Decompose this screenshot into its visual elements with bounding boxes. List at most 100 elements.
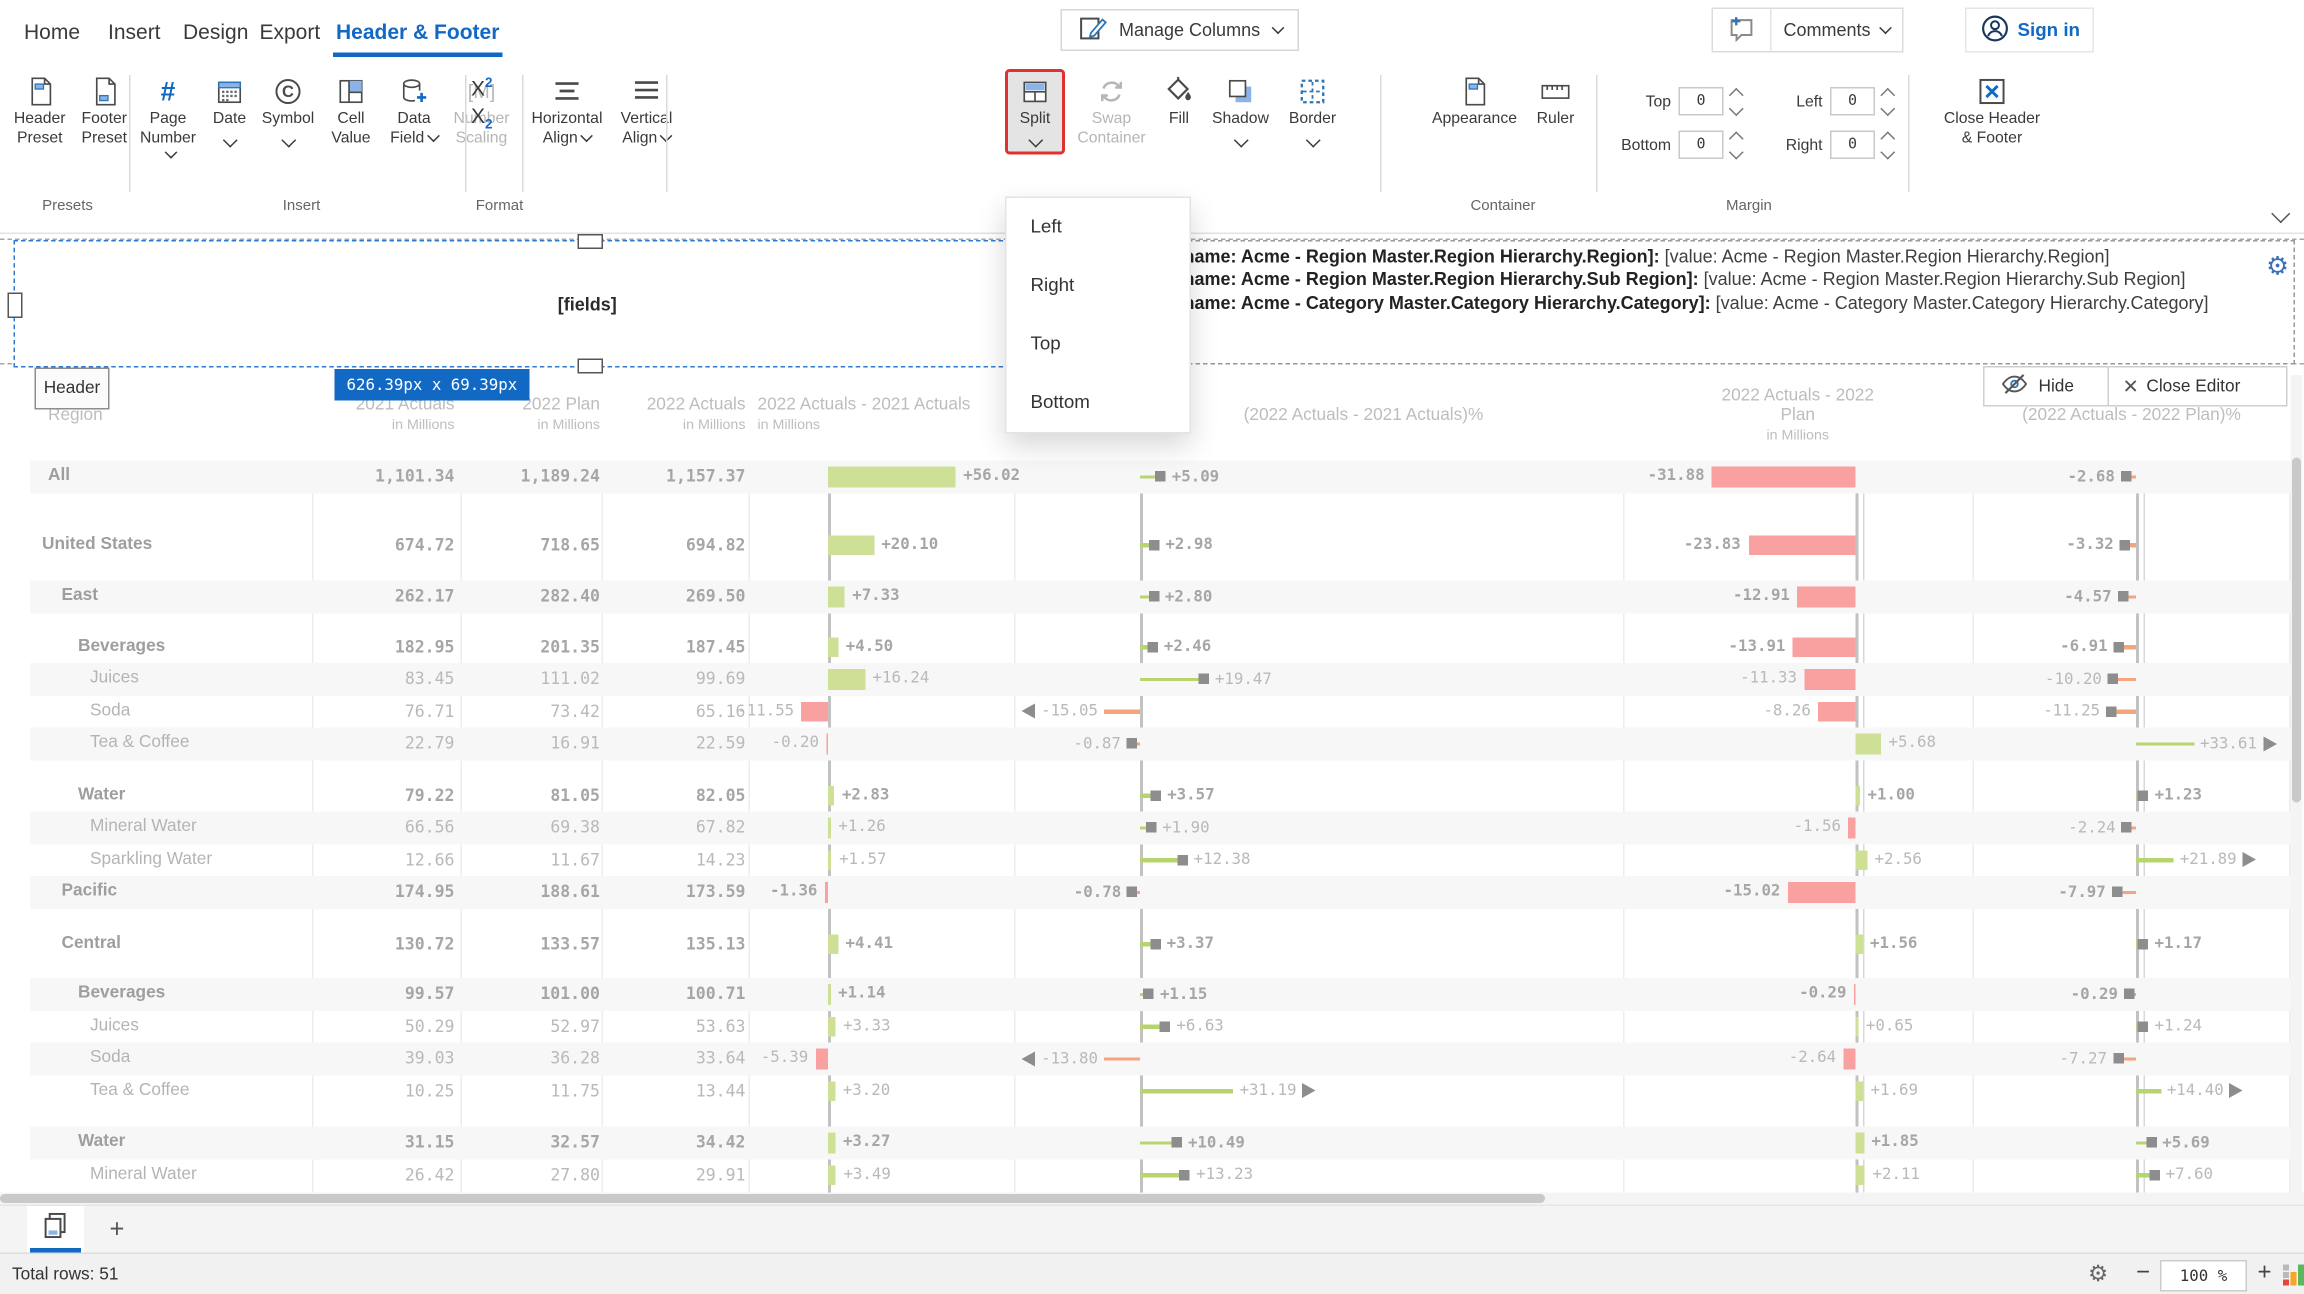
chevron-up-icon[interactable] <box>1729 87 1744 102</box>
pin-marker <box>2113 1053 2124 1064</box>
region-cell[interactable]: Soda <box>90 1043 130 1075</box>
ruler-button[interactable]: Ruler <box>1530 69 1581 128</box>
symbol-button[interactable]: CSymbol <box>261 69 315 145</box>
tab-header-footer[interactable]: Header & Footer <box>336 12 499 51</box>
header-preset-button[interactable]: HeaderPreset <box>12 69 68 147</box>
zoom-in-button[interactable]: + <box>2258 1254 2272 1294</box>
margin-right-stepper[interactable] <box>1883 133 1894 157</box>
chevron-down-icon[interactable] <box>1880 144 1895 159</box>
resize-handle-bottom[interactable] <box>578 359 604 374</box>
chevron-down-icon[interactable] <box>1729 144 1744 159</box>
split-menu-item-bottom[interactable]: Bottom <box>1007 374 1190 433</box>
margin-bottom-stepper[interactable] <box>1731 133 1742 157</box>
header-bindings-container[interactable]: [name: Acme - Region Master.Region Hiera… <box>1166 240 2296 365</box>
chevron-up-icon[interactable] <box>1729 131 1744 146</box>
region-cell[interactable]: Juices <box>90 663 139 695</box>
region-cell[interactable]: Tea & Coffee <box>90 1075 189 1107</box>
tab-export[interactable]: Export <box>260 12 321 51</box>
fill-button[interactable]: Fill <box>1158 69 1200 128</box>
region-cell[interactable]: Tea & Coffee <box>90 728 189 760</box>
margin-left-stepper[interactable] <box>1883 89 1894 113</box>
region-cell[interactable]: Mineral Water <box>90 812 197 844</box>
resize-handle-top[interactable] <box>578 234 604 249</box>
table-row[interactable]: Beverages182.95201.35187.45+4.50+2.46-13… <box>30 631 2291 663</box>
region-cell[interactable]: Water <box>78 1127 125 1159</box>
resize-handle-left[interactable] <box>8 293 23 319</box>
horizontal-scrollbar-thumb[interactable] <box>0 1194 1545 1203</box>
data-field-button[interactable]: DataField <box>387 69 441 147</box>
manage-columns-button[interactable]: Manage Columns <box>1061 9 1300 51</box>
chevron-down-icon[interactable] <box>1880 101 1895 116</box>
table-row[interactable]: Tea & Coffee10.2511.7513.44+3.20+31.19+1… <box>30 1075 2291 1107</box>
split-button[interactable]: Split <box>1005 69 1065 154</box>
table-row[interactable]: Tea & Coffee22.7916.9122.59-0.20-0.87+5.… <box>30 728 2291 760</box>
region-cell[interactable]: Beverages <box>78 978 165 1010</box>
hide-button[interactable]: Hide <box>1983 366 2115 407</box>
header-fields-container[interactable]: [fields] <box>14 240 1162 368</box>
close-editor-button[interactable]: ✕ Close Editor <box>2108 366 2288 407</box>
horizontal-align-button[interactable]: HorizontalAlign <box>528 69 606 147</box>
table-row[interactable]: All1,101.341,189.241,157.37+56.02+5.09-3… <box>30 461 2291 493</box>
table-row[interactable]: East262.17282.40269.50+7.33+2.80-12.91-4… <box>30 581 2291 613</box>
sign-in-button[interactable]: Sign in <box>1965 8 2094 53</box>
chevron-down-icon[interactable] <box>1729 101 1744 116</box>
table-row[interactable]: Mineral Water26.4227.8029.91+3.49+13.23+… <box>30 1159 2291 1191</box>
region-cell[interactable]: East <box>62 581 98 613</box>
table-row[interactable]: Mineral Water66.5669.3867.82+1.26+1.90-1… <box>30 812 2291 844</box>
region-cell[interactable]: Water <box>78 779 125 811</box>
table-row[interactable]: Water31.1532.5734.42+3.27+10.49+1.85+5.6… <box>30 1127 2291 1159</box>
region-cell[interactable]: Central <box>62 928 121 960</box>
horizontal-scrollbar[interactable] <box>0 1193 2304 1205</box>
table-row[interactable]: Soda39.0336.2833.64-5.39-13.80-2.64-7.27 <box>30 1043 2291 1075</box>
split-menu-item-left[interactable]: Left <box>1007 198 1190 257</box>
chevron-up-icon[interactable] <box>1880 131 1895 146</box>
region-cell[interactable]: Mineral Water <box>90 1159 197 1191</box>
table-row[interactable]: Water79.2281.0582.05+2.83+3.57+1.00+1.23 <box>30 779 2291 811</box>
split-menu-item-right[interactable]: Right <box>1007 257 1190 316</box>
vertical-scrollbar-thumb[interactable] <box>2292 458 2301 803</box>
table-row[interactable]: Central130.72133.57135.13+4.41+3.37+1.56… <box>30 928 2291 960</box>
page-tab[interactable] <box>27 1206 84 1253</box>
tab-home[interactable]: Home <box>24 12 80 51</box>
superscript-subscript-button[interactable]: X2X2 <box>471 69 493 131</box>
footer-preset-button[interactable]: FooterPreset <box>77 69 133 147</box>
tab-design[interactable]: Design <box>183 12 248 51</box>
table-row[interactable]: United States674.72718.65694.82+20.10+2.… <box>30 529 2291 561</box>
border-button[interactable]: Border <box>1281 69 1344 145</box>
page-number-button[interactable]: #PageNumber <box>138 69 198 164</box>
chevron-up-icon[interactable] <box>1880 87 1895 102</box>
date-button[interactable]: Date <box>207 69 252 145</box>
region-cell[interactable]: Pacific <box>62 876 118 908</box>
table-row[interactable]: Beverages99.57101.00100.71+1.14+1.15-0.2… <box>30 978 2291 1010</box>
shadow-button[interactable]: Shadow <box>1209 69 1272 145</box>
margin-bottom-input[interactable]: 0 <box>1679 131 1724 160</box>
region-cell[interactable]: All <box>48 461 70 493</box>
margin-right-input[interactable]: 0 <box>1830 131 1875 160</box>
vertical-align-button[interactable]: VerticalAlign <box>615 69 678 147</box>
region-cell[interactable]: Beverages <box>78 631 165 663</box>
region-cell[interactable]: United States <box>42 529 152 561</box>
comments-button[interactable]: Comments <box>1712 8 1904 53</box>
region-cell[interactable]: Juices <box>90 1010 139 1042</box>
zoom-out-button[interactable]: − <box>2136 1254 2150 1294</box>
margin-top-stepper[interactable] <box>1731 89 1742 113</box>
gear-icon[interactable]: ⚙ <box>2266 254 2289 280</box>
tab-insert[interactable]: Insert <box>108 12 161 51</box>
cell-value-button[interactable]: CellValue <box>324 69 378 147</box>
table-row[interactable]: Sparkling Water12.6611.6714.23+1.57+12.3… <box>30 844 2291 876</box>
margin-left-input[interactable]: 0 <box>1830 87 1875 116</box>
add-page-button[interactable]: + <box>99 1212 135 1248</box>
table-row[interactable]: Pacific174.95188.61173.59-1.36-0.78-15.0… <box>30 876 2291 908</box>
region-cell[interactable]: Sparkling Water <box>90 844 212 876</box>
close-header-footer-button[interactable]: Close Header& Footer <box>1925 69 2060 147</box>
table-row[interactable]: Juices50.2952.9753.63+3.33+6.63+0.65+1.2… <box>30 1010 2291 1042</box>
bindings-text: [name: Acme - Region Master.Region Hiera… <box>1178 246 2255 315</box>
table-row[interactable]: Juices83.45111.0299.69+16.24+19.47-11.33… <box>30 663 2291 695</box>
split-menu-item-top[interactable]: Top <box>1007 315 1190 374</box>
settings-gear-icon[interactable]: ⚙ <box>2088 1260 2108 1287</box>
margin-top-input[interactable]: 0 <box>1679 87 1724 116</box>
appearance-button[interactable]: Appearance <box>1428 69 1521 128</box>
region-cell[interactable]: Soda <box>90 695 130 727</box>
vertical-scrollbar[interactable] <box>2291 375 2303 1193</box>
table-row[interactable]: Soda76.7173.4265.16-11.55-15.05-8.26-11.… <box>30 695 2291 727</box>
